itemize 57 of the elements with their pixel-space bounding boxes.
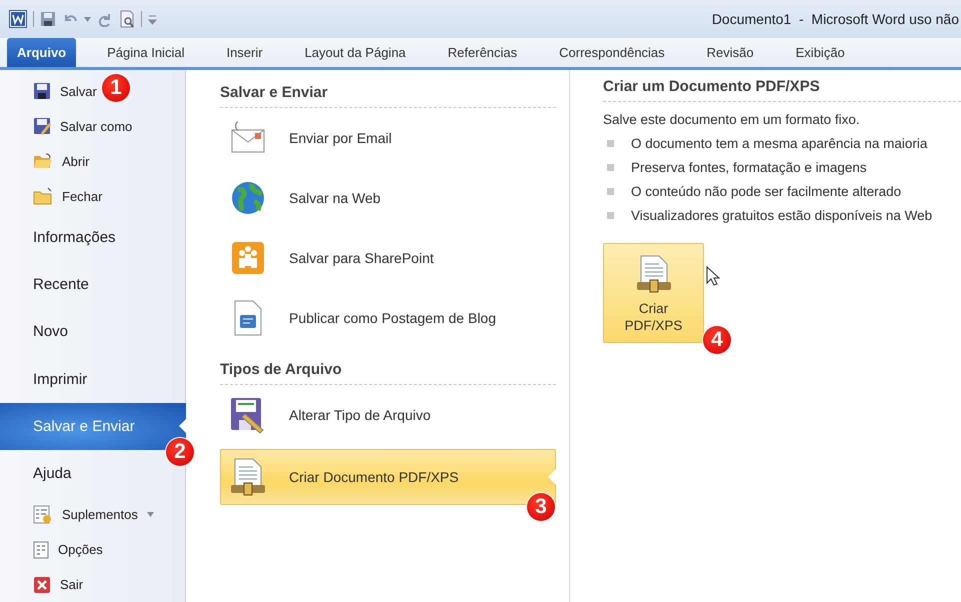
window-title: Documento1 - Microsoft Word uso não [712, 11, 960, 27]
menu-item[interactable]: Abrir [0, 144, 185, 179]
option-item[interactable]: Publicar como Postagem de Blog [220, 288, 556, 348]
menu-item[interactable]: Novo [0, 308, 185, 356]
globe-icon [230, 180, 266, 216]
options-icon [33, 540, 49, 559]
option-item[interactable]: Alterar Tipo de Arquivo [220, 385, 556, 445]
option-item[interactable]: Enviar por Email [220, 108, 556, 168]
folder-icon [33, 187, 53, 206]
bullet-text: Visualizadores gratuitos estão disponíveis na Web [631, 208, 932, 222]
menu-item[interactable]: Recente [0, 260, 185, 308]
bullet-icon [607, 212, 614, 218]
panel-heading: Criar um Documento PDF/XPS [603, 78, 961, 102]
step-number-badge: 4 [703, 326, 731, 354]
option-item[interactable]: Salvar para SharePoint [220, 228, 556, 288]
dropdown-caret-icon[interactable] [146, 512, 154, 518]
open-folder-icon [33, 152, 53, 170]
menu-item[interactable]: Opções [0, 532, 185, 568]
caret-icon[interactable] [84, 16, 91, 22]
description-text: Salve este documento em um formato fixo. [603, 112, 861, 127]
step-number-badge: 3 [527, 493, 555, 521]
menu-item[interactable]: Informações [0, 214, 185, 261]
pdf-document-icon [634, 254, 672, 294]
save-as-icon [33, 117, 51, 136]
ribbon-tab[interactable]: Arquivo [7, 38, 76, 67]
pdf-document-icon [229, 457, 267, 497]
bullet-text: O documento tem a mesma aparência na maioria [631, 136, 928, 150]
menu-item[interactable]: Imprimir [0, 355, 185, 403]
bullet-text: O conteúdo não pode ser facilmente alterado [631, 184, 902, 198]
menu-item[interactable]: Suplementos [0, 497, 185, 532]
save-icon[interactable] [40, 11, 56, 27]
ribbon-tab[interactable]: Revisão [686, 38, 775, 67]
ribbon-tab[interactable]: Página Inicial [86, 38, 206, 67]
redo-icon[interactable] [97, 11, 113, 27]
ribbon-tab[interactable]: Correspondências [538, 38, 686, 67]
bullet-icon [607, 164, 614, 170]
section-heading: Salvar e Enviar [220, 84, 556, 108]
ribbon-tab[interactable]: Exibição [774, 38, 866, 67]
bullet-text: Preserva fontes, formatação e imagens [631, 160, 867, 174]
print-preview-icon[interactable] [119, 10, 135, 28]
mouse-cursor-icon [706, 266, 720, 286]
add-ins-icon [33, 504, 53, 525]
ribbon-tab[interactable]: Inserir [205, 38, 284, 67]
word-logo-icon[interactable] [9, 10, 27, 28]
menu-item[interactable]: Sair [0, 567, 185, 602]
exit-icon [33, 576, 51, 594]
bullet-icon [607, 140, 614, 146]
menu-item[interactable]: Fechar [0, 178, 185, 214]
menu-item[interactable]: Salvar como [0, 108, 185, 144]
ribbon-tab[interactable]: Layout da Página [284, 38, 427, 67]
ribbon-tab[interactable]: Referências [426, 38, 538, 67]
bullet-icon [607, 188, 614, 194]
section-heading: Tipos de Arquivo [220, 348, 556, 385]
option-item[interactable]: Salvar na Web [220, 168, 556, 228]
step-number-badge: 2 [166, 438, 194, 466]
sharepoint-icon [230, 240, 266, 276]
create-pdf-button[interactable]: Criar PDF/XPS [603, 243, 704, 343]
